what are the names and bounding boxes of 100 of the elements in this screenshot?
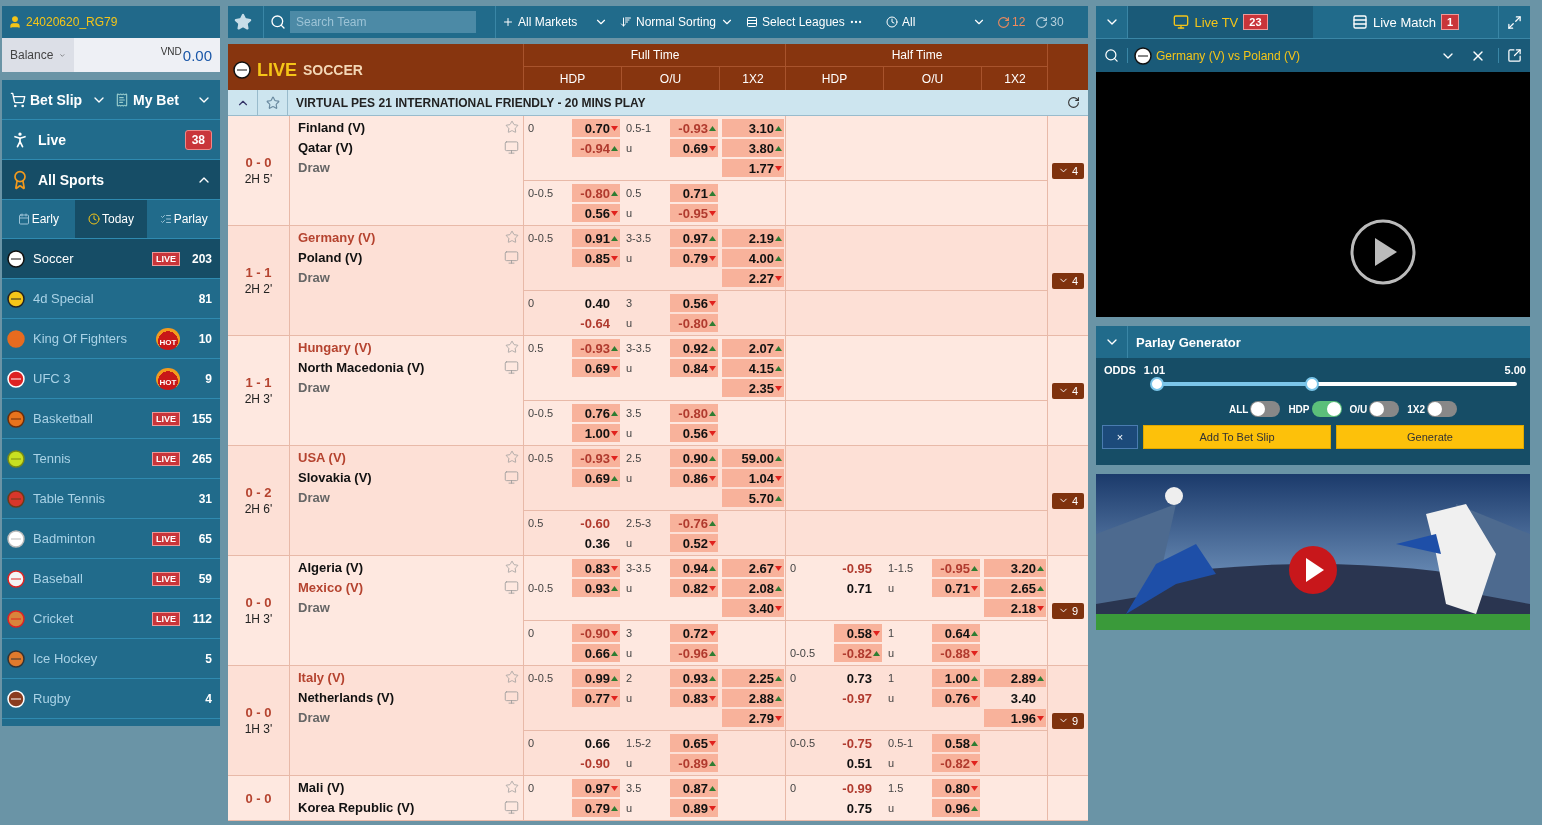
star-icon[interactable] (505, 120, 519, 134)
odds-value[interactable]: 1.04 (722, 469, 784, 487)
odds-value[interactable]: 0.83 (572, 559, 620, 577)
favorites-icon[interactable] (234, 13, 252, 31)
sport-menu-item[interactable]: Basketball LIVE 155 (2, 399, 220, 439)
odds-value[interactable]: 0.58 (834, 624, 882, 642)
odds-value[interactable]: 0.87 (670, 779, 718, 797)
star-icon[interactable] (505, 450, 519, 464)
odds-value[interactable]: 0.69 (670, 139, 718, 157)
odds-value[interactable]: 59.00 (722, 449, 784, 467)
odds-value[interactable]: 3.80 (722, 139, 784, 157)
toggle-switch[interactable] (1250, 401, 1281, 417)
more-markets-button[interactable]: 4 (1051, 492, 1085, 509)
odds-value[interactable]: 0.79 (670, 249, 718, 267)
odds-value[interactable]: 2.25 (722, 669, 784, 687)
star-icon[interactable] (505, 560, 519, 574)
star-icon[interactable] (505, 340, 519, 354)
odds-value[interactable]: 2.79 (722, 709, 784, 727)
odds-value[interactable]: 4.00 (722, 249, 784, 267)
sport-menu-item[interactable]: Rugby 4 (2, 679, 220, 719)
refresh-all-button[interactable]: 30 (1030, 15, 1069, 29)
odds-value[interactable]: 0.65 (670, 734, 718, 752)
more-markets-button[interactable]: 4 (1051, 382, 1085, 399)
slider-thumb[interactable] (1304, 377, 1319, 391)
more-markets-button[interactable]: 4 (1051, 162, 1085, 179)
toggle-switch[interactable] (1311, 401, 1342, 417)
tv-tab[interactable]: Live TV 23 (1128, 6, 1313, 38)
odds-value[interactable]: 2.89 (984, 669, 1046, 687)
tv-tab[interactable]: Live Match 1 (1313, 6, 1498, 38)
odds-value[interactable]: 0.64 (932, 624, 980, 642)
search-field[interactable]: Search Team (290, 11, 476, 33)
toggle-switch[interactable] (1369, 401, 1400, 417)
sport-menu-item[interactable]: Soccer LIVE 203 (2, 239, 220, 279)
sport-menu-item[interactable]: Table Tennis 31 (2, 479, 220, 519)
odds-value[interactable]: 0.52 (670, 534, 718, 552)
period-dropdown[interactable]: All (880, 6, 992, 38)
add-to-bet-slip-button[interactable]: Add To Bet Slip (1143, 425, 1331, 449)
slider-thumb[interactable] (1150, 377, 1164, 391)
all-sports-menu[interactable]: All Sports (2, 160, 220, 200)
sport-menu-item[interactable]: King Of Fighters HOT 10 (2, 319, 220, 359)
odds-value[interactable]: 0.90 (670, 449, 718, 467)
odds-value[interactable]: 4.15 (722, 359, 784, 377)
sport-menu-item[interactable]: Tennis LIVE 265 (2, 439, 220, 479)
clear-button[interactable]: × (1102, 425, 1138, 449)
generate-button[interactable]: Generate (1336, 425, 1524, 449)
odds-value[interactable]: 2.35 (722, 379, 784, 397)
odds-value[interactable]: 2.08 (722, 579, 784, 597)
odds-value[interactable]: 0.96 (932, 799, 980, 817)
odds-value[interactable]: 3.40 (722, 599, 784, 617)
odds-value[interactable]: 0.89 (670, 799, 718, 817)
odds-value[interactable]: 0.92 (670, 339, 718, 357)
odds-value[interactable]: 0.86 (670, 469, 718, 487)
odds-value[interactable]: 0.56 (572, 204, 620, 222)
odds-value[interactable]: 0.69 (572, 469, 620, 487)
odds-value[interactable]: 2.88 (722, 689, 784, 707)
sport-menu-item[interactable]: Badminton LIVE 65 (2, 519, 220, 559)
odds-value[interactable]: 0.71 (932, 579, 980, 597)
odds-value[interactable]: 0.83 (670, 689, 718, 707)
sport-menu-item[interactable]: Baseball LIVE 59 (2, 559, 220, 599)
odds-value[interactable]: 0.80 (932, 779, 980, 797)
odds-value[interactable]: 0.84 (670, 359, 718, 377)
odds-value[interactable]: 0.79 (572, 799, 620, 817)
odds-value[interactable]: 1.77 (722, 159, 784, 177)
odds-value[interactable]: 5.70 (722, 489, 784, 507)
odds-value[interactable]: 0.99 (572, 669, 620, 687)
odds-value[interactable]: 0.58 (932, 734, 980, 752)
my-bet-tab[interactable]: My Bet (115, 91, 212, 108)
odds-value[interactable]: 0.97 (670, 229, 718, 247)
star-icon[interactable] (505, 230, 519, 244)
odds-value[interactable]: 0.76 (572, 404, 620, 422)
sorting-dropdown[interactable]: Normal Sorting (614, 6, 740, 38)
odds-value[interactable]: 0.76 (932, 689, 980, 707)
sport-menu-item[interactable]: Cricket LIVE 112 (2, 599, 220, 639)
odds-value[interactable]: 1.00 (932, 669, 980, 687)
odds-value[interactable]: 1.00 (572, 424, 620, 442)
odds-value[interactable]: 0.82 (670, 579, 718, 597)
leagues-selector[interactable]: Select Leagues (762, 15, 845, 29)
odds-value[interactable]: 0.93 (572, 579, 620, 597)
markets-dropdown[interactable]: All Markets (496, 6, 614, 38)
play-icon[interactable] (1349, 218, 1417, 286)
expand-icon[interactable] (1507, 14, 1522, 30)
odds-value[interactable]: 0.56 (670, 294, 718, 312)
sport-menu-item[interactable]: 4d Special 81 (2, 279, 220, 319)
popout-icon[interactable] (1507, 48, 1522, 63)
odds-value[interactable]: 0.72 (670, 624, 718, 642)
search-icon[interactable] (1104, 48, 1119, 63)
more-markets-button[interactable]: 4 (1051, 272, 1085, 289)
odds-value[interactable]: 0.77 (572, 689, 620, 707)
balance-dropdown[interactable]: Balance (2, 38, 74, 72)
odds-value[interactable]: 0.85 (572, 249, 620, 267)
odds-value[interactable]: 0.94 (670, 559, 718, 577)
star-icon[interactable] (505, 780, 519, 794)
more-markets-button[interactable]: 9 (1051, 712, 1085, 729)
bet-slip-tab[interactable]: Bet Slip (10, 91, 107, 108)
star-icon[interactable] (505, 670, 519, 684)
odds-value[interactable]: 2.65 (984, 579, 1046, 597)
odds-value[interactable]: 2.27 (722, 269, 784, 287)
odds-value[interactable]: 0.71 (670, 184, 718, 202)
odds-value[interactable]: 2.07 (722, 339, 784, 357)
day-tab[interactable]: Today (74, 200, 148, 238)
